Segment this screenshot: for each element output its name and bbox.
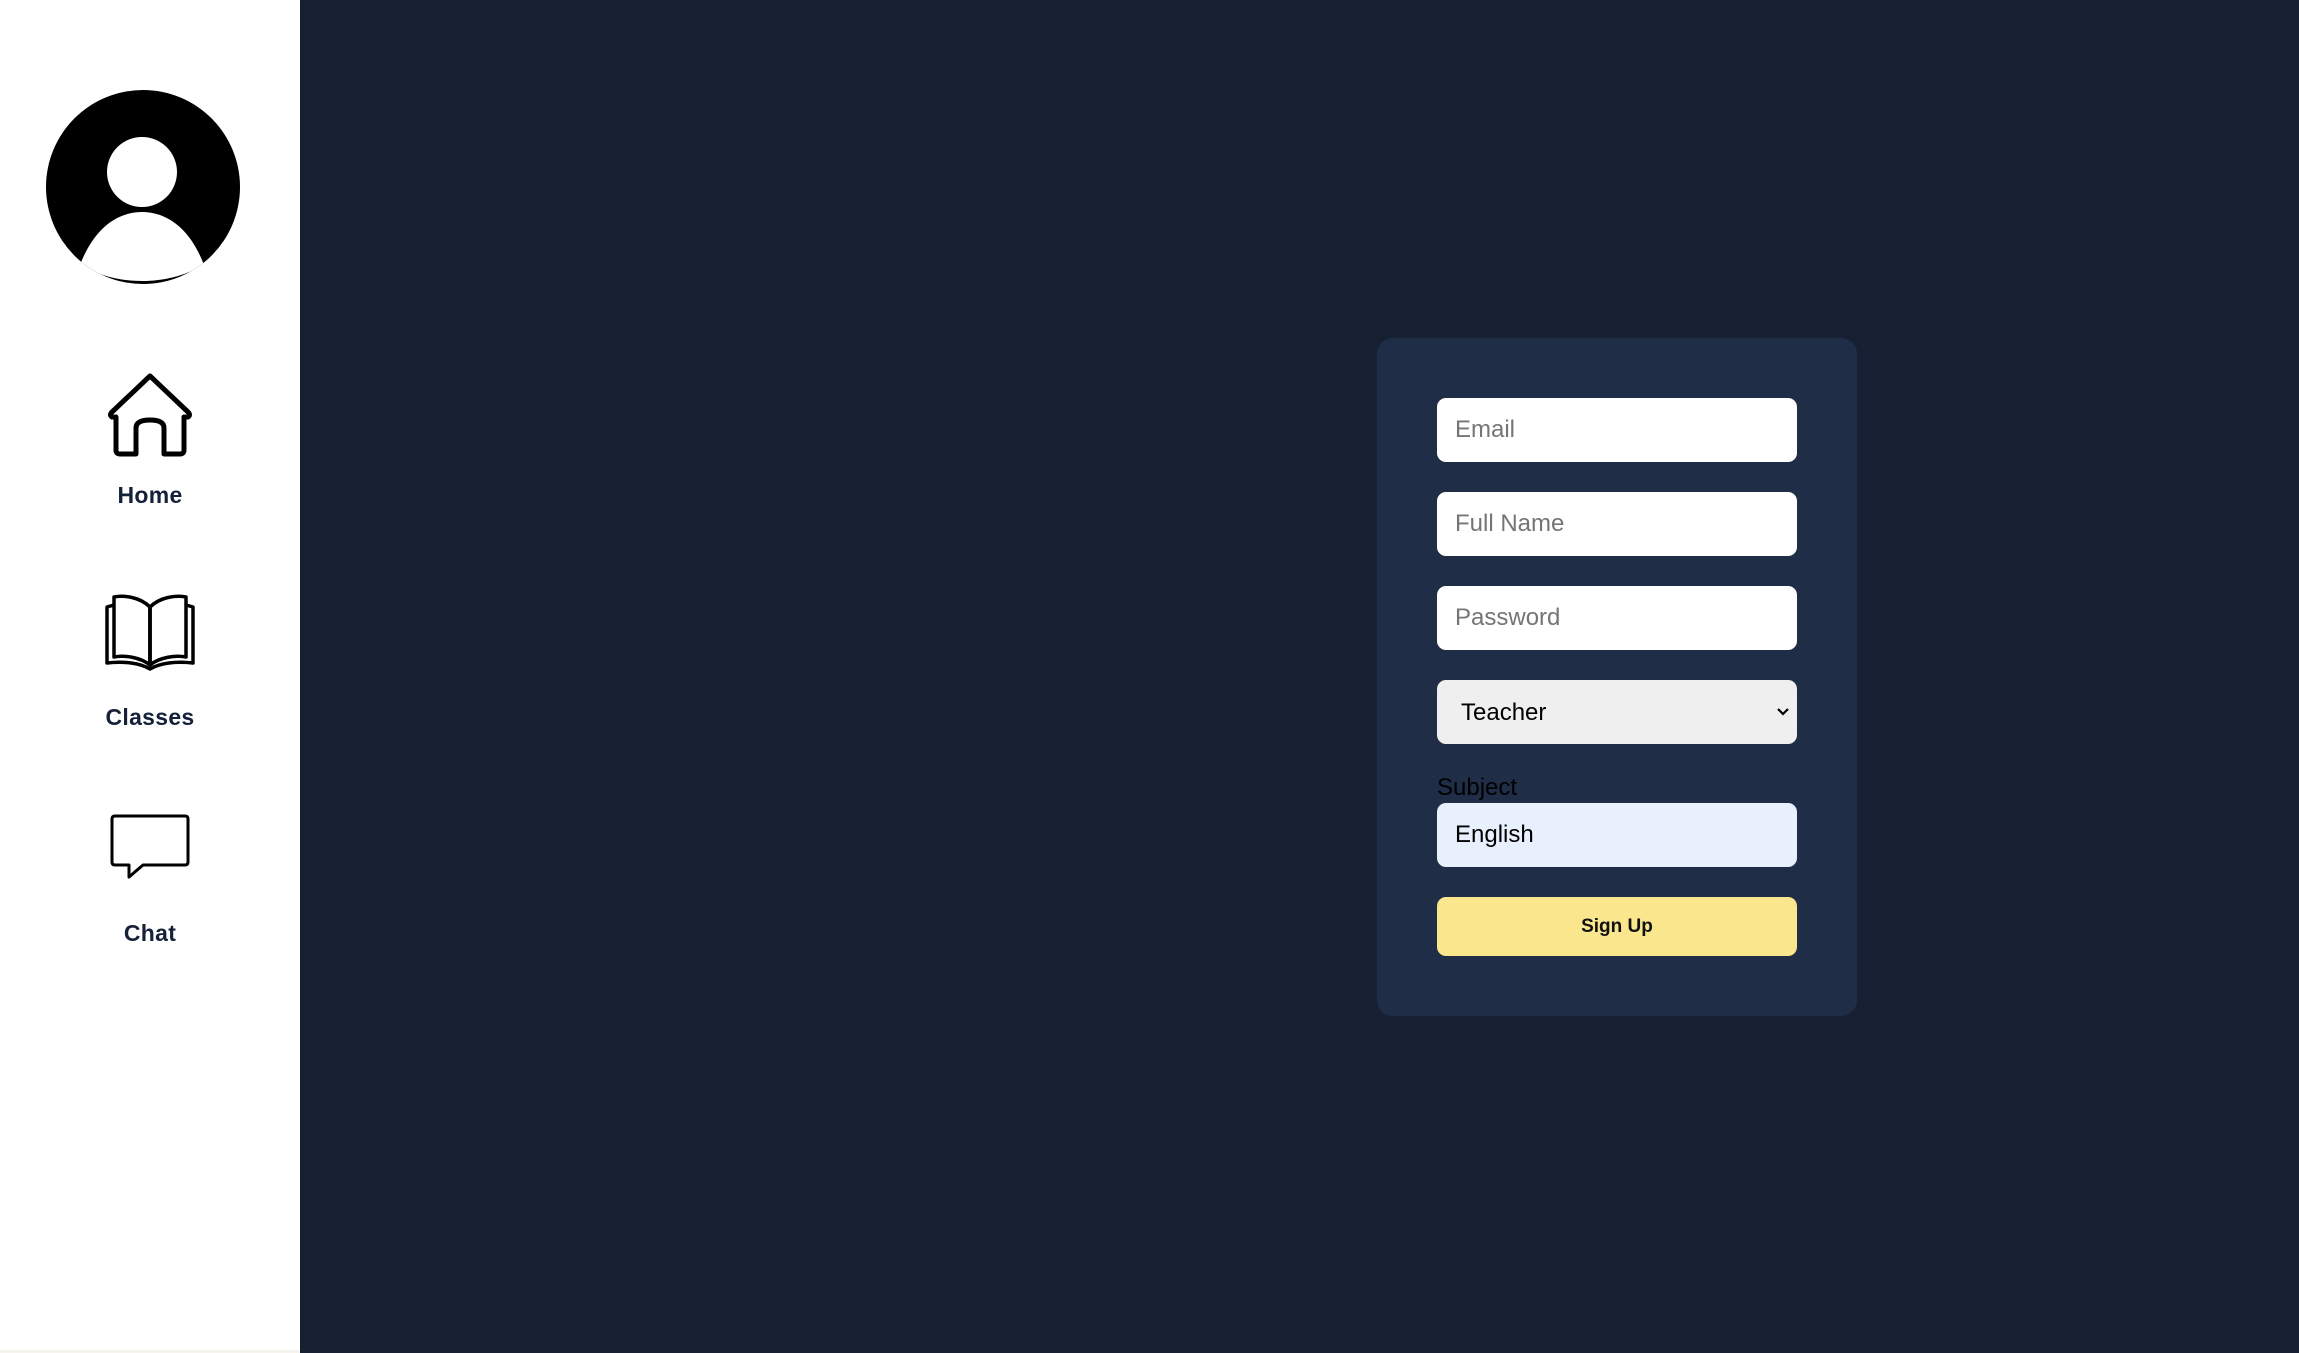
user-avatar-icon[interactable]: [44, 90, 242, 284]
main-content: Teacher Subject Sign Up: [300, 0, 2299, 1353]
full-name-field[interactable]: [1437, 492, 1797, 556]
email-field[interactable]: [1437, 398, 1797, 462]
role-select[interactable]: Teacher: [1437, 680, 1797, 744]
sidebar-item-chat[interactable]: Chat: [0, 813, 300, 947]
sidebar-item-home[interactable]: Home: [0, 372, 300, 509]
password-field[interactable]: [1437, 586, 1797, 650]
sidebar: Home Classes Chat: [0, 0, 300, 1353]
sidebar-item-label: Chat: [123, 920, 177, 946]
sidebar-item-label: Classes: [105, 704, 195, 730]
chat-bubble-icon: [0, 813, 300, 886]
role-select-value: Teacher: [1461, 699, 1547, 726]
home-icon: [0, 372, 300, 463]
signup-form-card: Teacher Subject Sign Up: [1377, 338, 1857, 1016]
sidebar-item-classes[interactable]: Classes: [0, 593, 300, 731]
subject-label: Subject: [1437, 774, 1518, 801]
sign-up-button[interactable]: Sign Up: [1437, 897, 1797, 956]
book-icon: [0, 593, 300, 676]
subject-field[interactable]: [1437, 803, 1797, 867]
sidebar-item-label: Home: [117, 482, 183, 508]
chevron-down-icon: [1775, 705, 1791, 723]
